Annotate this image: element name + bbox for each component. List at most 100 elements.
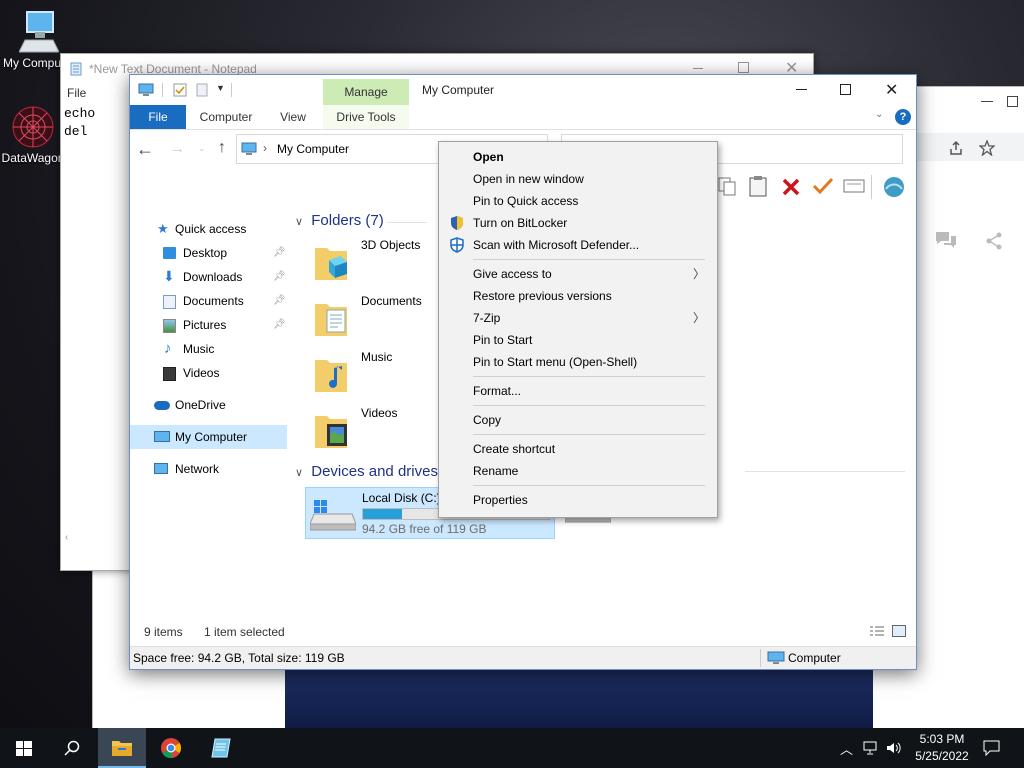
sidebar-item-quick-access[interactable]: ★ Quick access [130, 217, 287, 241]
menu-item-label: Scan with Microsoft Defender... [473, 238, 640, 252]
devices-group-header[interactable]: ∨ Devices and drives [295, 463, 438, 480]
folder-item[interactable]: Videos [313, 406, 439, 456]
clock-date[interactable]: 5/25/2022 [912, 749, 972, 763]
sidebar-item-desktop[interactable]: Desktop 📌︎ [130, 241, 287, 265]
notepad-hscroll[interactable]: ‹ [61, 530, 99, 546]
tab-file[interactable]: File [130, 105, 186, 129]
large-icons-view-icon[interactable] [892, 625, 906, 637]
search-button[interactable] [48, 728, 96, 768]
delete-icon[interactable] [781, 177, 801, 197]
bookmark-star-icon[interactable] [979, 140, 995, 156]
tab-drive-tools[interactable]: Drive Tools [323, 105, 409, 129]
menu-item-rename[interactable]: Rename [439, 460, 717, 482]
minimize-button[interactable] [796, 89, 807, 90]
menu-item-7zip[interactable]: 7-Zip 〉 [439, 307, 717, 329]
copy-icon[interactable] [717, 176, 737, 196]
notepad-maximize-button[interactable] [738, 62, 749, 73]
forward-icon[interactable]: → [170, 140, 185, 157]
open-shell-icon[interactable] [882, 175, 906, 199]
chat-icon[interactable] [935, 231, 957, 249]
computer-icon [154, 431, 170, 442]
folder-item[interactable]: 3D Objects [313, 238, 439, 288]
menu-item-properties[interactable]: Properties [439, 489, 717, 511]
taskbar: ︿ 5:03 PM 5/25/2022 [0, 728, 1024, 768]
manage-context-tab[interactable]: Manage [323, 79, 409, 105]
folders-group-header[interactable]: ∨ Folders (7) [295, 212, 384, 229]
show-hidden-icons[interactable]: ︿ [840, 739, 853, 758]
sidebar-item-network[interactable]: Network [130, 457, 287, 481]
pin-icon[interactable]: 📌︎ [273, 289, 286, 313]
notifications-icon[interactable] [983, 740, 1000, 756]
taskbar-chrome[interactable] [148, 728, 196, 768]
menu-item-label: Create shortcut [473, 442, 556, 456]
sidebar-item-label: Videos [183, 366, 220, 380]
sidebar-item-pictures[interactable]: Pictures 📌︎ [130, 313, 287, 337]
start-button[interactable] [0, 728, 48, 768]
navigation-pane: ★ Quick access Desktop 📌︎ ⬇ Downloads 📌︎… [130, 210, 290, 620]
qat-dropdown-icon[interactable]: ▼ [216, 83, 225, 93]
details-view-icon[interactable] [870, 626, 884, 638]
folder-item[interactable]: Documents [313, 294, 439, 344]
checkmark-icon[interactable] [812, 176, 834, 196]
up-icon[interactable]: ↑ [218, 139, 226, 157]
maximize-button[interactable] [840, 84, 851, 95]
sidebar-item-onedrive[interactable]: OneDrive [130, 393, 287, 417]
menu-item-format[interactable]: Format... [439, 380, 717, 402]
menu-item-restore-versions[interactable]: Restore previous versions [439, 285, 717, 307]
taskbar-file-explorer[interactable] [98, 728, 146, 768]
sidebar-item-downloads[interactable]: ⬇ Downloads 📌︎ [130, 265, 287, 289]
help-icon[interactable]: ? [895, 109, 911, 125]
minimize-icon[interactable] [981, 101, 993, 102]
menu-item-label: Copy [473, 413, 502, 427]
menu-item-label: Properties [473, 493, 528, 507]
notepad-minimize-button[interactable] [693, 68, 703, 69]
sidebar-item-videos[interactable]: Videos [130, 361, 287, 385]
sidebar-item-my-computer[interactable]: My Computer [130, 425, 287, 449]
properties-check-icon[interactable] [173, 83, 187, 97]
group-divider [387, 222, 427, 223]
new-folder-icon[interactable] [196, 83, 208, 97]
menu-item-copy[interactable]: Copy [439, 409, 717, 431]
menu-item-pin-start[interactable]: Pin to Start [439, 329, 717, 351]
close-button[interactable]: ✕ [885, 80, 898, 100]
pin-icon[interactable]: 📌︎ [273, 313, 286, 337]
pin-icon[interactable]: 📌︎ [273, 265, 286, 289]
rename-icon[interactable] [843, 179, 865, 193]
breadcrumb-chevron-icon[interactable]: › [263, 141, 267, 155]
status-item-count: 9 items [144, 625, 183, 639]
qat-divider [231, 83, 232, 97]
paste-icon[interactable] [748, 175, 768, 197]
taskbar-notepad[interactable] [197, 728, 245, 768]
share-nodes-icon[interactable] [985, 232, 1003, 250]
folder-item[interactable]: Music [313, 350, 439, 400]
pin-icon[interactable]: 📌︎ [273, 241, 286, 265]
sidebar-item-music[interactable]: ♪ Music [130, 337, 287, 361]
menu-item-give-access[interactable]: Give access to 〉 [439, 263, 717, 285]
menu-item-pin-start-open-shell[interactable]: Pin to Start menu (Open-Shell) [439, 351, 717, 373]
menu-item-create-shortcut[interactable]: Create shortcut [439, 438, 717, 460]
volume-icon[interactable] [886, 741, 902, 755]
chevron-down-icon[interactable]: ⌄ [875, 109, 883, 120]
datawagon-logo-icon [12, 106, 54, 148]
maximize-icon[interactable] [1007, 96, 1018, 107]
sidebar-item-documents[interactable]: Documents 📌︎ [130, 289, 287, 313]
download-arrow-icon: ⬇ [163, 268, 175, 284]
network-tray-icon[interactable] [863, 741, 879, 755]
tab-view[interactable]: View [270, 105, 316, 129]
menu-item-defender-scan[interactable]: Scan with Microsoft Defender... [439, 234, 717, 256]
tab-computer[interactable]: Computer [192, 105, 260, 129]
submenu-arrow-icon: 〉 [692, 267, 705, 281]
music-note-icon: ♪ [164, 340, 172, 357]
menu-item-pin-quick-access[interactable]: Pin to Quick access [439, 190, 717, 212]
history-dropdown-icon[interactable]: ⌄ [198, 143, 206, 154]
clock-time[interactable]: 5:03 PM [918, 732, 966, 746]
menu-item-open[interactable]: Open [439, 146, 717, 168]
context-menu: Open Open in new window Pin to Quick acc… [438, 141, 718, 518]
menu-item-open-new-window[interactable]: Open in new window [439, 168, 717, 190]
menu-item-bitlocker[interactable]: Turn on BitLocker [439, 212, 717, 234]
breadcrumb[interactable]: My Computer [277, 142, 349, 156]
videos-folder-icon [315, 416, 347, 448]
notepad-menu-file[interactable]: File [67, 86, 86, 100]
back-icon[interactable]: ← [136, 139, 154, 160]
share-icon[interactable] [948, 140, 964, 156]
